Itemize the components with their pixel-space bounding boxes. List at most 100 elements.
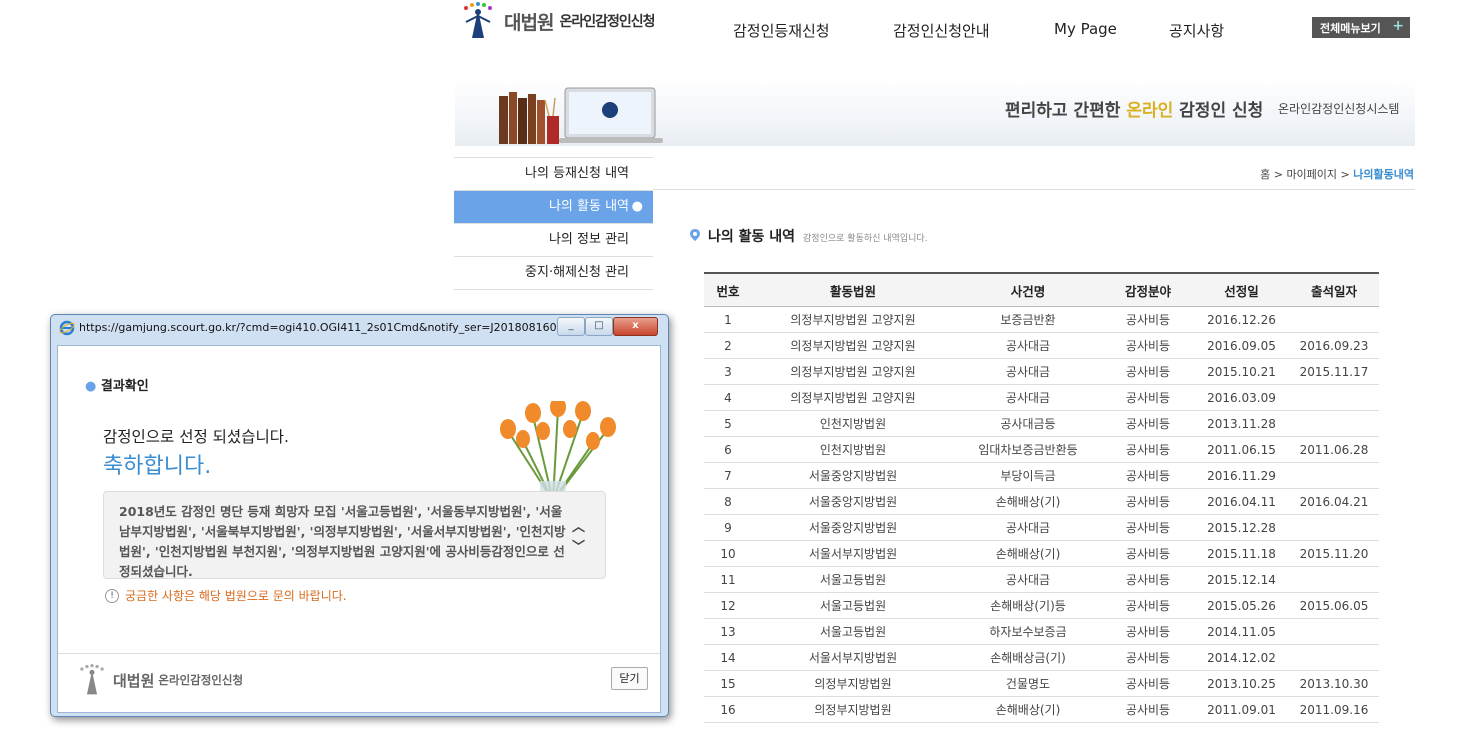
table-row[interactable]: 10 서울서부지방법원 손해배상(기) 공사비등 2015.11.18 2015.11.2… — [704, 540, 1379, 567]
table-cell: 3 — [704, 358, 752, 385]
table-cell: 공사비등 — [1102, 540, 1194, 567]
table-row[interactable]: 2 의정부지방법원 고양지원 공사대금 공사비등 2016.09.05 2016.09.2… — [704, 332, 1379, 359]
table-cell: 공사대금 — [954, 384, 1102, 411]
table-cell: 공사비등 — [1102, 644, 1194, 671]
footer-sub-text: 온라인감정인신청 — [158, 673, 244, 687]
popup-url: https://gamjung.scourt.go.kr/?cmd=ogi410… — [79, 321, 575, 334]
table-cell: 6 — [704, 436, 752, 463]
books-laptop-illustration — [499, 87, 663, 144]
table-cell: 공사비등 — [1102, 696, 1194, 723]
minimize-button[interactable]: _ — [557, 317, 585, 336]
popup-titlebar[interactable]: https://gamjung.scourt.go.kr/?cmd=ogi410… — [51, 315, 668, 341]
table-cell: 손해배상금(기) — [954, 644, 1102, 671]
site-logo[interactable]: 대법원 온라인감정인신청 — [458, 2, 656, 40]
table-cell: 의정부지방법원 — [752, 696, 954, 723]
table-cell: 2015.05.26 — [1194, 592, 1289, 619]
table-cell: 의정부지방법원 고양지원 — [752, 358, 954, 385]
table-row[interactable]: 3 의정부지방법원 고양지원 공사대금 공사비등 2015.10.21 2015.11.1… — [704, 358, 1379, 385]
table-cell — [1289, 462, 1379, 489]
table-cell: 16 — [704, 696, 752, 723]
table-cell: 4 — [704, 384, 752, 411]
footer-divider — [58, 653, 660, 654]
selection-message: 감정인으로 선정 되셨습니다. — [103, 428, 289, 446]
scroll-up-icon[interactable]: ︿ — [572, 516, 585, 535]
table-cell: 서울서부지방법원 — [752, 540, 954, 567]
table-row[interactable]: 6 인천지방법원 임대차보증금반환등 공사비등 2011.06.15 2011.06.28 — [704, 436, 1379, 463]
table-row[interactable]: 11 서울고등법원 공사대금 공사비등 2015.12.14 — [704, 566, 1379, 593]
table-row[interactable]: 1 의정부지방법원 고양지원 보증금반환 공사비등 2016.12.26 — [704, 306, 1379, 333]
table-cell: 손해배상(기) — [954, 488, 1102, 515]
table-cell: 공사비등 — [1102, 384, 1194, 411]
column-header: 감정분야 — [1102, 272, 1194, 307]
table-row[interactable]: 8 서울중앙지방법원 손해배상(기) 공사비등 2016.04.11 2016.04.21 — [704, 488, 1379, 515]
notice-box[interactable]: 2018년도 감정인 명단 등재 희망자 모집 '서울고등법원', '서울동부지… — [103, 491, 606, 579]
table-cell: 손해배상(기) — [954, 540, 1102, 567]
table-cell — [1289, 514, 1379, 541]
table-row[interactable]: 12 서울고등법원 손해배상(기)등 공사비등 2015.05.26 2015.06.05 — [704, 592, 1379, 619]
table-cell — [1289, 384, 1379, 411]
sidebar-item-registration[interactable]: 나의 등재신청 내역 — [454, 157, 653, 191]
breadcrumb-home[interactable]: 홈 — [1260, 168, 1270, 181]
nav-notice[interactable]: 공지사항 — [1169, 20, 1224, 41]
nav-register[interactable]: 감정인등재신청 — [733, 20, 830, 41]
table-cell: 2016.09.23 — [1289, 332, 1379, 359]
table-row[interactable]: 4 의정부지방법원 고양지원 공사대금 공사비등 2016.03.09 — [704, 384, 1379, 411]
table-row[interactable]: 5 인천지방법원 공사대금등 공사비등 2013.11.28 — [704, 410, 1379, 437]
table-cell: 9 — [704, 514, 752, 541]
table-row[interactable]: 13 서울고등법원 하자보수보증금 공사비등 2014.11.05 — [704, 618, 1379, 645]
table-row[interactable]: 9 서울중앙지방법원 공사대금 공사비등 2015.12.28 — [704, 514, 1379, 541]
table-cell: 2015.11.20 — [1289, 540, 1379, 567]
all-menu-button[interactable]: 전체메뉴보기 + — [1312, 17, 1410, 38]
table-cell: 2011.06.28 — [1289, 436, 1379, 463]
sidebar-item-info[interactable]: 나의 정보 관리 — [454, 224, 653, 257]
table-cell: 의정부지방법원 고양지원 — [752, 332, 954, 359]
table-cell: 공사대금 — [954, 566, 1102, 593]
inquiry-notice: ! 궁금한 사항은 해당 법원으로 문의 바랍니다. — [105, 587, 347, 604]
table-cell: 서울고등법원 — [752, 618, 954, 645]
exclamation-icon: ! — [105, 588, 119, 603]
table-cell: 손해배상(기)등 — [954, 592, 1102, 619]
table-cell: 2013.10.30 — [1289, 670, 1379, 697]
sidebar-item-suspend[interactable]: 중지·해제신청 관리 — [454, 257, 653, 290]
top-banner: 편리하고 간편한 온라인 감정인 신청 온라인감정인신청시스템 — [455, 78, 1415, 146]
table-cell — [1289, 566, 1379, 593]
table-row[interactable]: 16 의정부지방법원 손해배상(기) 공사비등 2011.09.01 2011.09.16 — [704, 696, 1379, 723]
table-cell: 2013.10.25 — [1194, 670, 1289, 697]
table-cell — [1289, 410, 1379, 437]
sidebar: 나의 등재신청 내역 나의 활동 내역 ● 나의 정보 관리 중지·해제신청 관… — [454, 157, 653, 290]
table-cell: 의정부지방법원 — [752, 670, 954, 697]
breadcrumb-mypage[interactable]: 마이페이지 — [1286, 168, 1337, 181]
table-cell: 7 — [704, 462, 752, 489]
column-header: 출석일자 — [1289, 272, 1379, 307]
nav-mypage[interactable]: My Page — [1054, 20, 1117, 38]
table-cell: 의정부지방법원 고양지원 — [752, 384, 954, 411]
table-cell: 2016.12.26 — [1194, 306, 1289, 333]
notice-text: 2018년도 감정인 명단 등재 희망자 모집 '서울고등법원', '서울동부지… — [119, 504, 566, 579]
table-cell: 공사비등 — [1102, 488, 1194, 515]
maximize-button[interactable]: □ — [585, 317, 613, 336]
table-cell: 2016.03.09 — [1194, 384, 1289, 411]
breadcrumb-current: 나의활동내역 — [1353, 168, 1414, 181]
tulip-bouquet-image — [500, 401, 616, 501]
table-cell: 15 — [704, 670, 752, 697]
table-cell: 10 — [704, 540, 752, 567]
table-cell: 공사대금 — [954, 514, 1102, 541]
table-body: 1 의정부지방법원 고양지원 보증금반환 공사비등 2016.12.26 2 의정부지방법원… — [704, 306, 1379, 723]
table-cell: 임대차보증금반환등 — [954, 436, 1102, 463]
table-cell: 11 — [704, 566, 752, 593]
table-cell: 공사대금등 — [954, 410, 1102, 437]
scroll-down-icon[interactable]: ﹀ — [572, 536, 585, 555]
table-row[interactable]: 15 의정부지방법원 건물명도 공사비등 2013.10.25 2013.10.30 — [704, 670, 1379, 697]
table-cell: 공사비등 — [1102, 514, 1194, 541]
table-cell — [1289, 306, 1379, 333]
table-row[interactable]: 14 서울서부지방법원 손해배상금(기) 공사비등 2014.12.02 — [704, 644, 1379, 671]
table-cell: 부당이득금 — [954, 462, 1102, 489]
close-button[interactable]: 닫기 — [611, 667, 648, 690]
sidebar-item-activity[interactable]: 나의 활동 내역 ● — [454, 191, 653, 224]
window-close-button[interactable]: x — [613, 317, 658, 336]
table-cell: 2014.11.05 — [1194, 618, 1289, 645]
nav-guide[interactable]: 감정인신청안내 — [893, 20, 990, 41]
table-row[interactable]: 7 서울중앙지방법원 부당이득금 공사비등 2016.11.29 — [704, 462, 1379, 489]
banner-system-name: 온라인감정인신청시스템 — [1278, 102, 1400, 116]
table-cell: 12 — [704, 592, 752, 619]
